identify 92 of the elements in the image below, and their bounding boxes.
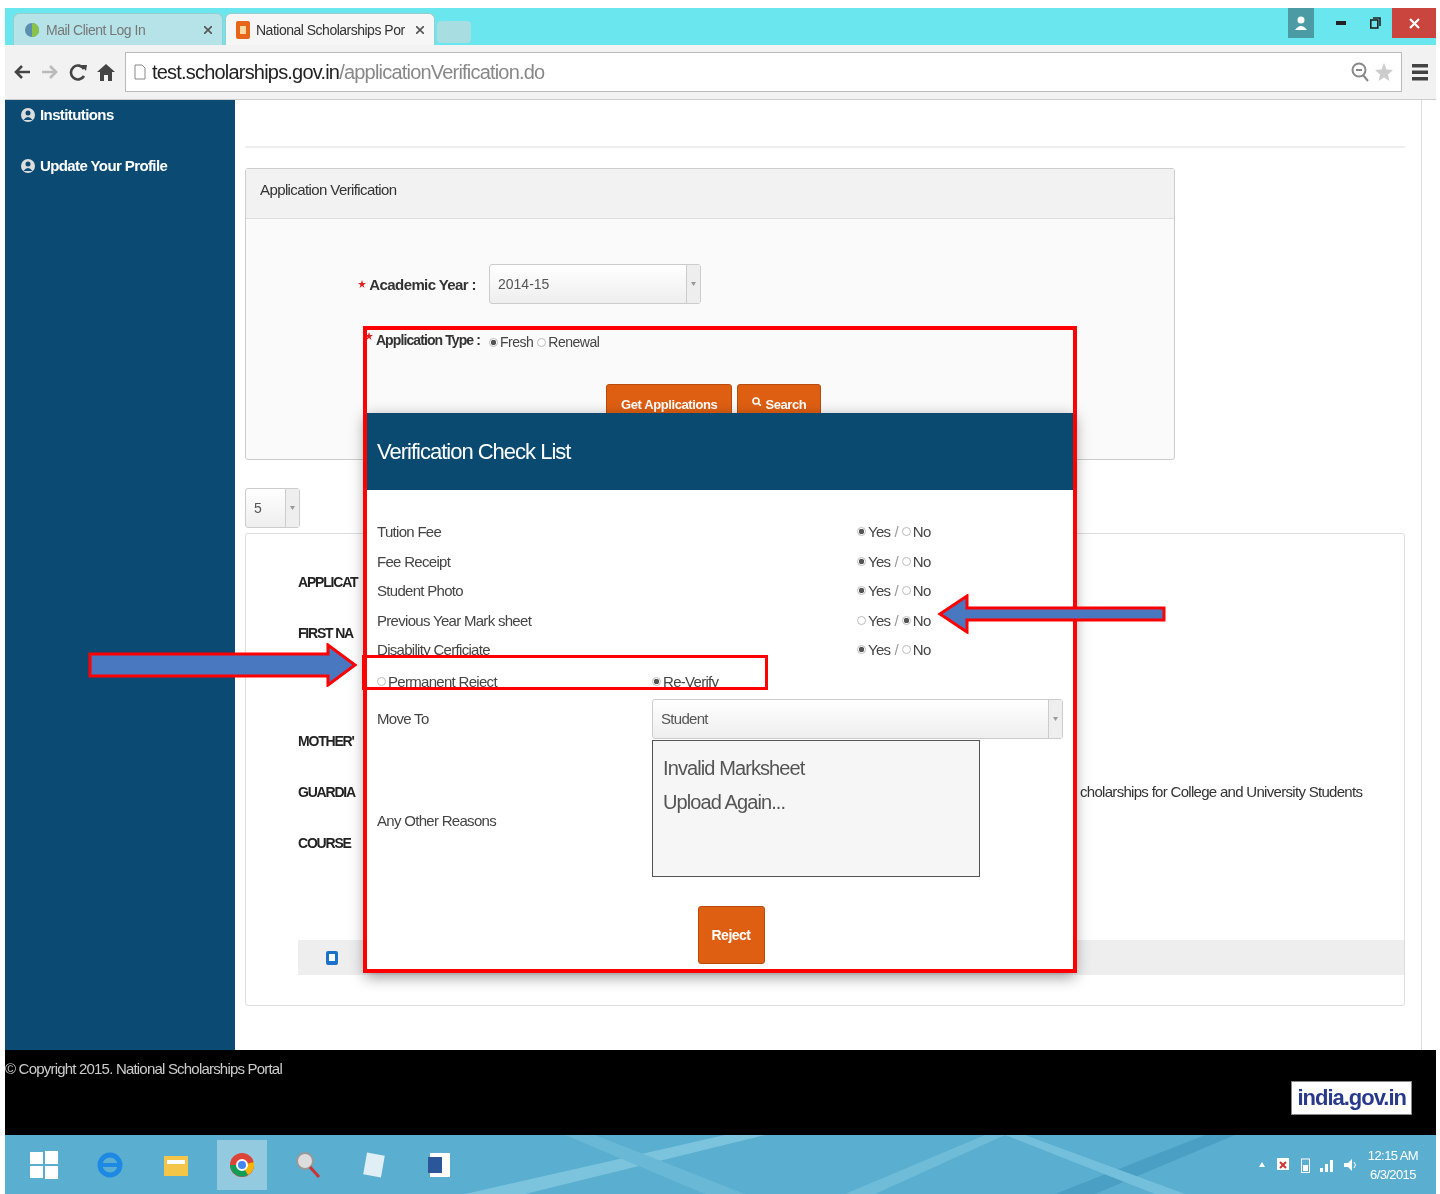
field-label: Move To bbox=[377, 710, 429, 727]
sidebar-item[interactable]: Update Your Profile bbox=[21, 157, 235, 174]
field-value: cholarships for College and University Students bbox=[1080, 783, 1364, 800]
option-label: Renewal bbox=[548, 334, 600, 350]
checklist-label: Disability Cerficiate bbox=[377, 641, 491, 659]
page-icon bbox=[134, 64, 146, 80]
caret-icon bbox=[290, 506, 295, 510]
panel-title: Application Verification bbox=[246, 169, 1174, 219]
close-icon[interactable] bbox=[416, 25, 424, 34]
radio-button[interactable] bbox=[901, 586, 911, 596]
signal-icon[interactable] bbox=[1319, 1157, 1334, 1172]
option-label: No bbox=[912, 611, 931, 629]
caret-icon bbox=[1053, 716, 1058, 721]
option-label: Re-Verify bbox=[663, 673, 719, 690]
site-logo[interactable]: india.gov.in bbox=[1291, 1080, 1412, 1115]
radio-button[interactable] bbox=[901, 645, 911, 655]
option-label: Yes bbox=[868, 641, 891, 659]
separator-text: / bbox=[894, 582, 898, 600]
separator-text: / bbox=[894, 611, 898, 629]
browser-tab[interactable]: National Scholarships Por bbox=[225, 13, 435, 45]
page-favicon-icon bbox=[236, 20, 250, 39]
start-icon[interactable] bbox=[29, 1149, 59, 1180]
option-label: Yes bbox=[868, 582, 891, 600]
field-label: APPLICAT bbox=[298, 573, 359, 590]
option-label: No bbox=[912, 523, 931, 541]
radio-button[interactable] bbox=[537, 337, 547, 347]
caret-icon[interactable] bbox=[1258, 1162, 1265, 1167]
radio-button[interactable] bbox=[652, 677, 661, 686]
checklist-label: Previous Year Mark sheet bbox=[377, 611, 533, 629]
field-label: COURSE bbox=[298, 834, 353, 851]
radio-button[interactable] bbox=[857, 527, 866, 537]
home-icon[interactable] bbox=[97, 63, 115, 81]
separator-text: / bbox=[894, 641, 898, 659]
radio-button[interactable] bbox=[857, 586, 866, 596]
menu-icon[interactable] bbox=[1412, 63, 1428, 81]
profile-button[interactable] bbox=[1288, 8, 1314, 38]
option-label: Yes bbox=[868, 611, 891, 629]
restore-icon bbox=[1369, 17, 1381, 29]
radio-button[interactable] bbox=[857, 556, 866, 566]
separator-text: / bbox=[894, 552, 898, 570]
speaker-icon[interactable] bbox=[1343, 1157, 1358, 1172]
close-icon[interactable] bbox=[204, 25, 212, 34]
academic-year-select[interactable]: 2014-15 bbox=[489, 264, 701, 304]
radio-button[interactable] bbox=[901, 556, 911, 566]
caret-icon bbox=[691, 282, 696, 286]
checklist-label: Fee Receipt bbox=[377, 552, 452, 570]
option-label: Fresh bbox=[500, 334, 534, 350]
users-icon bbox=[21, 107, 35, 122]
reasons-field[interactable]: Invalid Marksheet Upload Again... bbox=[652, 739, 980, 877]
battery-icon[interactable] bbox=[1300, 1156, 1310, 1173]
document-icon[interactable] bbox=[326, 950, 338, 965]
minimize-icon bbox=[1336, 21, 1346, 25]
close-button[interactable] bbox=[1392, 8, 1436, 38]
url-text: test.scholarships.gov.in/applicationVerification.do bbox=[152, 60, 545, 84]
person-icon bbox=[1295, 16, 1307, 30]
copyright-text: © Copyright 2015. National Scholarships Portal bbox=[5, 1060, 282, 1079]
field-label: Application Type : bbox=[375, 332, 480, 348]
checklist-label: Student Photo bbox=[377, 582, 464, 600]
radio-button[interactable] bbox=[489, 337, 498, 347]
address-bar[interactable]: test.scholarships.gov.in/applicationVerification.do bbox=[125, 52, 1402, 92]
radio-button[interactable] bbox=[857, 645, 866, 655]
field-label: GUARDIA bbox=[298, 783, 357, 800]
option-label: No bbox=[912, 641, 931, 659]
option-label: No bbox=[912, 582, 931, 600]
separator-text: / bbox=[894, 523, 898, 541]
back-icon[interactable] bbox=[13, 64, 31, 80]
sidebar-item[interactable]: Institutions bbox=[21, 106, 235, 123]
magnifier-icon[interactable] bbox=[293, 1149, 323, 1180]
checklist-label: Tution Fee bbox=[377, 523, 443, 541]
radio-button[interactable] bbox=[901, 527, 911, 537]
field-label: Any Other Reasons bbox=[377, 811, 496, 829]
star-icon[interactable] bbox=[1375, 63, 1393, 81]
close-icon bbox=[1408, 17, 1420, 29]
dialog-title: Verification Check List bbox=[365, 413, 1075, 490]
option-label: No bbox=[912, 552, 931, 570]
radio-button[interactable] bbox=[377, 677, 386, 686]
option-label: Yes bbox=[868, 523, 891, 541]
field-label: MOTHER' bbox=[298, 732, 355, 749]
globe-icon bbox=[24, 21, 40, 38]
search-icon bbox=[752, 397, 762, 406]
option-label: Yes bbox=[868, 552, 891, 570]
radio-button[interactable] bbox=[857, 615, 866, 625]
option-label: Permanent Reject bbox=[388, 673, 497, 690]
users-icon bbox=[21, 158, 35, 173]
field-label: Academic Year : bbox=[369, 275, 476, 293]
reload-icon[interactable] bbox=[69, 63, 87, 81]
zoom-icon[interactable] bbox=[1351, 62, 1369, 82]
radio-button[interactable] bbox=[901, 615, 911, 625]
reject-button[interactable]: Reject bbox=[697, 905, 765, 964]
page-size-select[interactable]: 5 bbox=[245, 488, 300, 528]
move-to-select[interactable]: Student bbox=[652, 698, 1063, 739]
field-label: FIRST NA bbox=[298, 624, 355, 641]
